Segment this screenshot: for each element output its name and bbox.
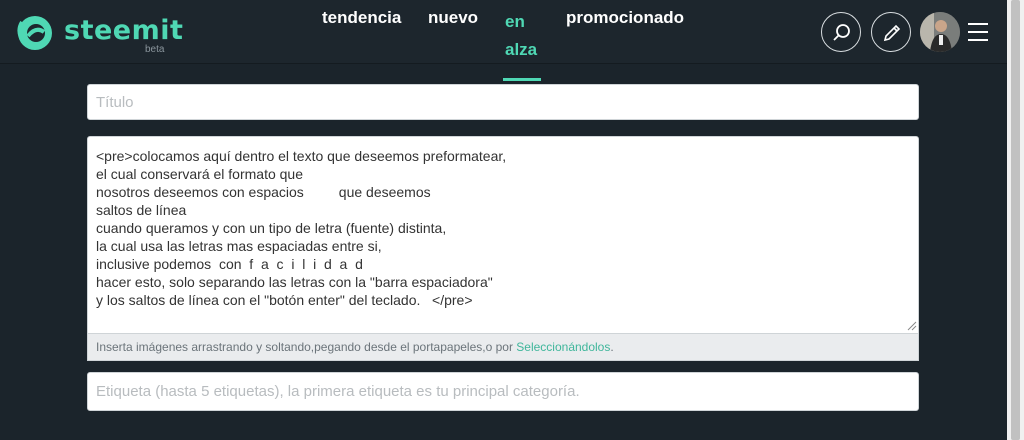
select-images-link[interactable]: Seleccionándolos	[516, 340, 610, 354]
beta-label: beta	[145, 44, 165, 55]
image-upload-hint: Inserta imágenes arrastrando y soltando,…	[87, 334, 919, 361]
brand-name[interactable]: steemit	[64, 15, 183, 46]
tags-input[interactable]	[87, 372, 919, 411]
hamburger-menu-icon[interactable]	[968, 23, 988, 41]
pencil-icon	[883, 24, 901, 42]
steemit-logo-icon[interactable]	[14, 12, 54, 52]
nav-trending[interactable]: tendencia	[322, 8, 401, 28]
resize-handle-icon[interactable]	[907, 321, 917, 331]
post-title-input[interactable]	[87, 84, 919, 120]
search-button[interactable]	[821, 12, 861, 52]
scrollbar-thumb[interactable]	[1011, 0, 1020, 440]
search-icon	[833, 24, 850, 41]
write-post-button[interactable]	[871, 12, 911, 52]
top-header: steemit beta tendencia nuevo en alza pro…	[0, 0, 1007, 81]
user-avatar[interactable]	[920, 12, 960, 52]
avatar-image	[920, 12, 960, 52]
page-scrollbar[interactable]	[1007, 0, 1024, 440]
hint-end: .	[610, 340, 614, 354]
active-tab-indicator	[503, 78, 541, 81]
post-body-editor[interactable]: <pre>colocamos aquí dentro el texto que …	[87, 136, 919, 334]
nav-hot[interactable]: en alza	[505, 8, 545, 64]
nav-promoted[interactable]: promocionado	[566, 8, 684, 28]
hint-text: Inserta imágenes arrastrando y soltando,…	[96, 340, 517, 354]
nav-new[interactable]: nuevo	[428, 8, 478, 28]
